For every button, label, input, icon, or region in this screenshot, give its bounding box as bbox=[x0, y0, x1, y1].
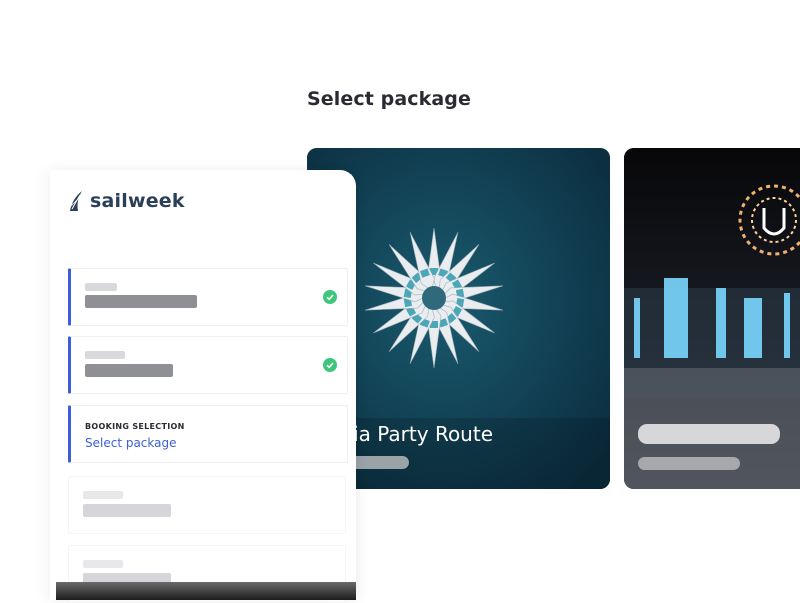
step-5-label-placeholder bbox=[83, 560, 123, 568]
booking-step-1[interactable] bbox=[68, 268, 348, 326]
step-current-link[interactable]: Select package bbox=[85, 436, 177, 450]
package-subtitle-placeholder-1 bbox=[347, 456, 409, 469]
page-title: Select package bbox=[307, 88, 471, 110]
package-title-1: atia Party Route bbox=[333, 422, 493, 446]
booking-step-4[interactable] bbox=[68, 476, 346, 534]
booking-sidebar: sailweek BOOKING SELECTION Select packag… bbox=[50, 170, 356, 603]
step-1-label-placeholder bbox=[85, 283, 117, 291]
step-4-label-placeholder bbox=[83, 491, 123, 499]
check-icon bbox=[323, 358, 337, 372]
step-2-value-placeholder bbox=[85, 364, 173, 377]
step-4-value-placeholder bbox=[83, 504, 171, 517]
package-title-placeholder-2 bbox=[638, 424, 780, 444]
bottom-shadow-bar bbox=[56, 582, 356, 600]
step-2-label-placeholder bbox=[85, 351, 125, 359]
step-category-label: BOOKING SELECTION bbox=[85, 422, 185, 431]
step-1-value-placeholder bbox=[85, 295, 197, 308]
package-subtitle-placeholder-2 bbox=[638, 457, 740, 470]
sail-logo-icon bbox=[70, 191, 82, 211]
brand-name: sailweek bbox=[90, 190, 185, 212]
booking-step-3-active[interactable]: BOOKING SELECTION Select package bbox=[68, 405, 348, 463]
package-card-2[interactable] bbox=[624, 148, 800, 489]
check-icon bbox=[323, 290, 337, 304]
sailweek-logo[interactable]: sailweek bbox=[68, 189, 185, 213]
booking-step-2[interactable] bbox=[68, 336, 348, 394]
